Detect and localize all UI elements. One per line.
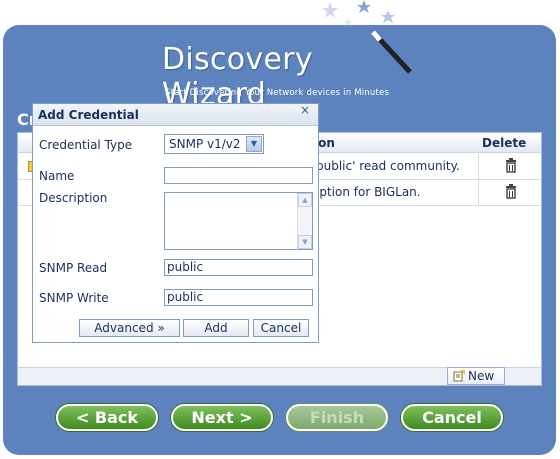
- scroll-down-icon[interactable]: ▼: [298, 235, 312, 249]
- snmp-read-label: SNMP Read: [39, 261, 108, 275]
- name-label: Name: [39, 169, 75, 183]
- new-document-icon: [453, 370, 465, 382]
- scrollbar[interactable]: ▲ ▼: [297, 193, 312, 249]
- advanced-button[interactable]: Advanced »: [79, 319, 180, 337]
- row-description: iption for BIGLan.: [316, 185, 421, 199]
- scroll-up-icon[interactable]: ▲: [298, 193, 312, 207]
- next-button[interactable]: Next >: [171, 404, 273, 431]
- wizard-title: Discovery Wizard: [162, 42, 313, 112]
- trash-icon[interactable]: [504, 158, 518, 174]
- snmp-write-label: SNMP Write: [39, 291, 109, 305]
- credential-type-value: SNMP v1/v2: [169, 137, 241, 151]
- chevron-down-icon[interactable]: ▼: [246, 136, 262, 152]
- wizard-subtitle: Start Discovering Your Network devices i…: [165, 88, 390, 98]
- column-delete[interactable]: Delete: [482, 136, 526, 150]
- snmp-read-field[interactable]: public: [164, 259, 313, 276]
- trash-icon[interactable]: [504, 184, 518, 200]
- new-button-label: New: [468, 369, 495, 383]
- row-description: public' read community.: [316, 159, 460, 173]
- description-label: Description: [39, 191, 108, 205]
- credential-type-select[interactable]: SNMP v1/v2 ▼: [164, 134, 264, 154]
- column-divider: [478, 154, 479, 180]
- dialog-titlebar: Add Credential ×: [33, 103, 318, 126]
- dialog-title: Add Credential: [38, 108, 139, 122]
- snmp-write-field[interactable]: public: [164, 289, 313, 306]
- column-divider: [478, 180, 479, 206]
- description-field[interactable]: ▲ ▼: [164, 192, 313, 250]
- back-button[interactable]: < Back: [56, 404, 158, 431]
- finish-button: Finish: [286, 404, 388, 431]
- close-icon[interactable]: ×: [300, 103, 310, 117]
- cancel-button[interactable]: Cancel: [401, 404, 503, 431]
- new-credential-button[interactable]: New: [447, 367, 505, 385]
- dialog-cancel-button[interactable]: Cancel: [253, 319, 309, 337]
- credential-type-label: Credential Type: [39, 138, 133, 152]
- add-button[interactable]: Add: [183, 319, 249, 337]
- add-credential-dialog: Add Credential × Credential Type SNMP v1…: [32, 103, 319, 343]
- name-field[interactable]: [164, 167, 313, 184]
